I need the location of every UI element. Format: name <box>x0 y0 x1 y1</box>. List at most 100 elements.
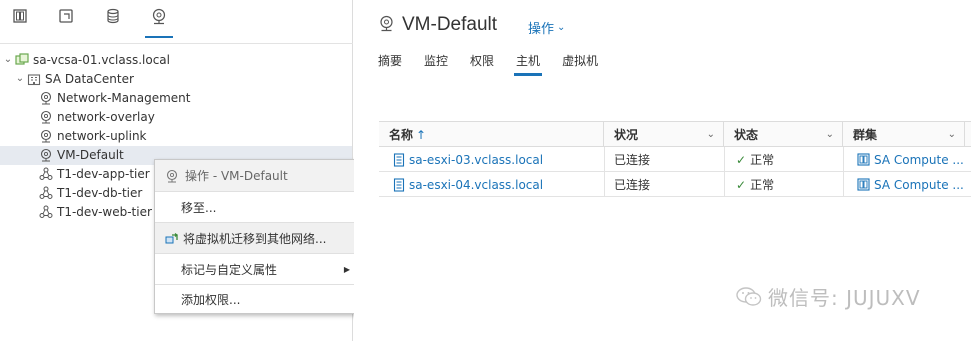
cluster-icon <box>857 153 870 166</box>
context-menu-title: 操作 - VM-Default <box>185 169 288 183</box>
chevron-down-icon[interactable]: ⌄ <box>948 129 956 140</box>
cell-name: sa-esxi-03.vclass.local <box>393 147 598 172</box>
host-icon <box>393 152 405 167</box>
storage-icon <box>105 8 121 24</box>
column-header-cluster[interactable]: 群集 ⌄ <box>843 122 965 147</box>
column-label: 群集 <box>853 128 878 142</box>
menu-item-label: 标记与自定义属性 <box>181 263 278 277</box>
tab-vms-templates[interactable] <box>52 8 80 38</box>
network-icon <box>38 90 54 106</box>
tree-node-segment[interactable]: T1-dev-web-tier <box>38 202 152 221</box>
divider <box>604 147 605 172</box>
host-icon <box>393 177 405 192</box>
tab-vms[interactable]: 虚拟机 <box>562 52 598 74</box>
tree-label: VM-Default <box>57 147 124 162</box>
tree-label: sa-vcsa-01.vclass.local <box>33 52 170 67</box>
tree-label: T1-dev-db-tier <box>57 185 143 200</box>
tab-summary[interactable]: 摘要 <box>378 52 402 74</box>
tab-hosts-clusters[interactable] <box>6 8 34 38</box>
host-link[interactable]: sa-esxi-04.vclass.local <box>409 178 543 192</box>
tree-label: Network-Management <box>57 90 191 105</box>
menu-item-tags-attributes[interactable]: 标记与自定义属性 ▶ <box>155 254 354 285</box>
tree-node-vcenter[interactable]: ⌄ sa-vcsa-01.vclass.local <box>2 50 170 69</box>
datacenter-icon <box>26 71 42 87</box>
tab-label: 摘要 <box>378 54 403 68</box>
status-text: 正常 <box>750 178 775 192</box>
tree-label: T1-dev-web-tier <box>57 204 152 219</box>
tree-node-network[interactable]: network-uplink <box>38 126 147 145</box>
network-icon <box>165 169 179 183</box>
cluster-icon <box>857 178 870 191</box>
actions-menu-button[interactable]: 操作 ⌄ <box>528 18 565 37</box>
chevron-down-icon[interactable]: ⌄ <box>2 54 14 65</box>
object-tabs: 摘要 监控 权限 主机 虚拟机 <box>378 52 620 76</box>
cell-condition: 已连接 <box>614 178 651 192</box>
tab-hosts[interactable]: 主机 <box>514 52 543 76</box>
network-icon <box>38 109 54 125</box>
cluster-link[interactable]: SA Compute ... <box>874 178 964 192</box>
menu-item-label: 添加权限... <box>181 292 241 307</box>
cell-condition: 已连接 <box>614 153 651 167</box>
segment-icon <box>38 204 54 220</box>
tab-monitor[interactable]: 监控 <box>424 52 448 74</box>
cell-status: ✓ 正常 <box>736 172 836 197</box>
migrate-vm-icon <box>165 232 179 246</box>
divider <box>843 172 844 197</box>
table-row[interactable]: sa-esxi-03.vclass.local 已连接 ✓ 正常 SA Comp… <box>379 147 971 172</box>
checkmark-icon: ✓ <box>736 177 747 192</box>
cluster-link[interactable]: SA Compute ... <box>874 153 964 167</box>
network-icon <box>38 147 54 163</box>
tree-node-segment[interactable]: T1-dev-db-tier <box>38 183 142 202</box>
divider <box>724 147 725 172</box>
tree-label: T1-dev-app-tier <box>57 166 150 181</box>
menu-item-label: 移至... <box>181 201 217 215</box>
vms-templates-icon <box>58 8 74 24</box>
tab-label: 主机 <box>516 54 541 68</box>
tree-label: network-overlay <box>57 109 155 124</box>
context-menu-header: 操作 - VM-Default <box>155 160 354 191</box>
network-icon <box>38 128 54 144</box>
divider <box>604 172 605 197</box>
chevron-down-icon[interactable]: ⌄ <box>707 129 715 140</box>
tab-label: 监控 <box>424 54 449 68</box>
chevron-down-icon[interactable]: ⌄ <box>826 129 834 140</box>
navigator-tabs <box>0 0 353 44</box>
tab-label: 权限 <box>470 54 495 68</box>
cell-cluster: SA Compute ... <box>857 147 971 172</box>
cell-status: ✓ 正常 <box>736 147 836 172</box>
tree-node-network[interactable]: network-overlay <box>38 107 155 126</box>
tree-node-network-selected[interactable]: VM-Default <box>38 145 124 164</box>
watermark: 微信号: JUJUXV <box>736 282 921 311</box>
column-label: 名称 <box>389 128 414 142</box>
tree-node-datacenter[interactable]: ⌄ SA DataCenter <box>14 69 134 88</box>
tab-label: 虚拟机 <box>562 54 599 68</box>
network-icon <box>378 15 395 36</box>
host-link[interactable]: sa-esxi-03.vclass.local <box>409 153 543 167</box>
column-label: 状态 <box>734 128 759 142</box>
page-header: VM-Default <box>378 14 497 36</box>
tree-label: network-uplink <box>57 128 147 143</box>
tree-node-network[interactable]: Network-Management <box>38 88 190 107</box>
menu-item-add-permission[interactable]: 添加权限... <box>155 285 354 313</box>
tab-permissions[interactable]: 权限 <box>470 52 494 74</box>
checkmark-icon: ✓ <box>736 152 747 167</box>
tab-storage[interactable] <box>99 8 127 38</box>
column-header-status[interactable]: 状态 ⌄ <box>724 122 843 147</box>
tab-networking[interactable] <box>145 8 173 38</box>
actions-label: 操作 <box>528 22 555 37</box>
tree-label: SA DataCenter <box>45 71 134 86</box>
column-label: 状况 <box>614 128 639 142</box>
column-header-condition[interactable]: 状况 ⌄ <box>604 122 724 147</box>
networking-icon <box>151 8 167 26</box>
segment-icon <box>38 166 54 182</box>
menu-item-migrate-vms[interactable]: 将虚拟机迁移到其他网络... <box>155 223 354 254</box>
table-row[interactable]: sa-esxi-04.vclass.local 已连接 ✓ 正常 SA Comp… <box>379 172 971 197</box>
status-text: 正常 <box>750 153 775 167</box>
chevron-down-icon[interactable]: ⌄ <box>14 73 26 84</box>
chevron-down-icon: ⌄ <box>557 22 566 33</box>
watermark-text: 微信号: JUJUXV <box>768 286 921 310</box>
segment-icon <box>38 185 54 201</box>
column-header-name[interactable]: 名称 ↑ <box>379 122 604 147</box>
menu-item-move-to[interactable]: 移至... <box>155 192 354 223</box>
tree-node-segment[interactable]: T1-dev-app-tier <box>38 164 150 183</box>
